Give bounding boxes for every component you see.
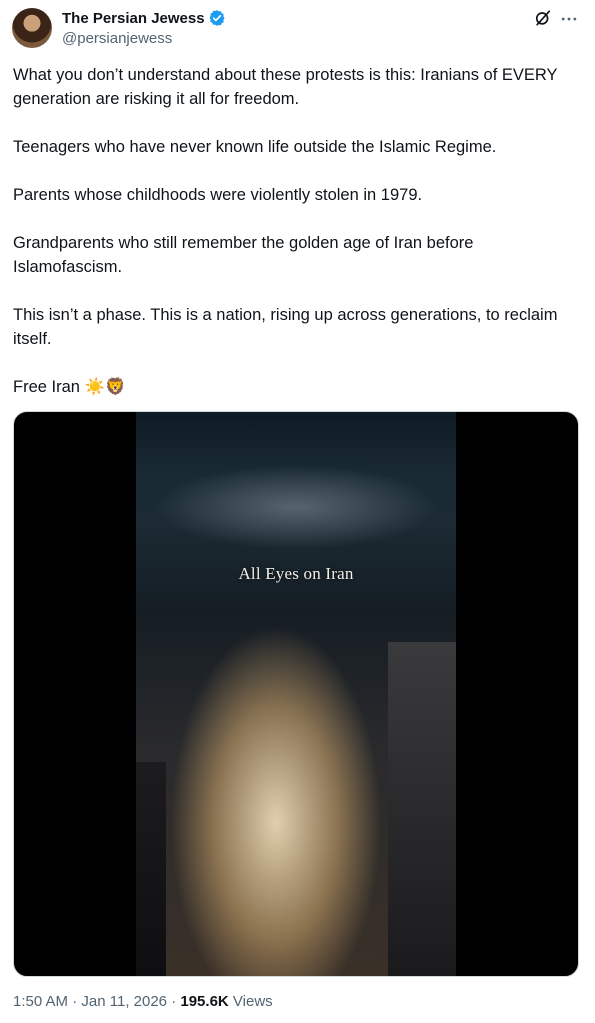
- video-player[interactable]: All Eyes on Iran: [13, 411, 579, 977]
- tweet-text: What you don’t understand about these pr…: [13, 63, 573, 399]
- views-count: 195.6K: [180, 993, 229, 1010]
- display-name[interactable]: The Persian Jewess: [62, 10, 205, 27]
- tweet-time[interactable]: 1:50 AM: [13, 993, 68, 1010]
- grok-icon[interactable]: [533, 8, 553, 28]
- verified-badge-icon: [209, 10, 225, 26]
- tweet-paragraph: Grandparents who still remember the gold…: [13, 234, 474, 276]
- building-silhouette: [388, 642, 456, 976]
- tweet-meta: 1:50 AM · Jan 11, 2026 · 195.6K Views: [13, 993, 273, 1010]
- more-icon[interactable]: [559, 9, 579, 29]
- meta-separator: ·: [68, 993, 82, 1010]
- tweet-date[interactable]: Jan 11, 2026: [81, 993, 167, 1010]
- tweet-paragraph: What you don’t understand about these pr…: [13, 66, 558, 108]
- building-silhouette: [136, 762, 166, 976]
- tweet-paragraph: Teenagers who have never known life outs…: [13, 138, 497, 156]
- avatar[interactable]: [12, 8, 52, 48]
- tweet-paragraph: This isn’t a phase. This is a nation, ri…: [13, 306, 558, 348]
- meta-separator: ·: [167, 993, 181, 1010]
- views-label: Views: [228, 993, 273, 1010]
- video-frame[interactable]: All Eyes on Iran: [136, 412, 456, 976]
- tweet-paragraph: Parents whose childhoods were violently …: [13, 186, 423, 204]
- video-caption: All Eyes on Iran: [238, 564, 354, 583]
- tweet-paragraph: Free Iran ☀️🦁: [13, 378, 126, 396]
- name-row: The Persian Jewess: [62, 8, 226, 28]
- handle[interactable]: @persianjewess: [62, 30, 226, 47]
- author-block: The Persian Jewess @persianjewess: [62, 8, 226, 47]
